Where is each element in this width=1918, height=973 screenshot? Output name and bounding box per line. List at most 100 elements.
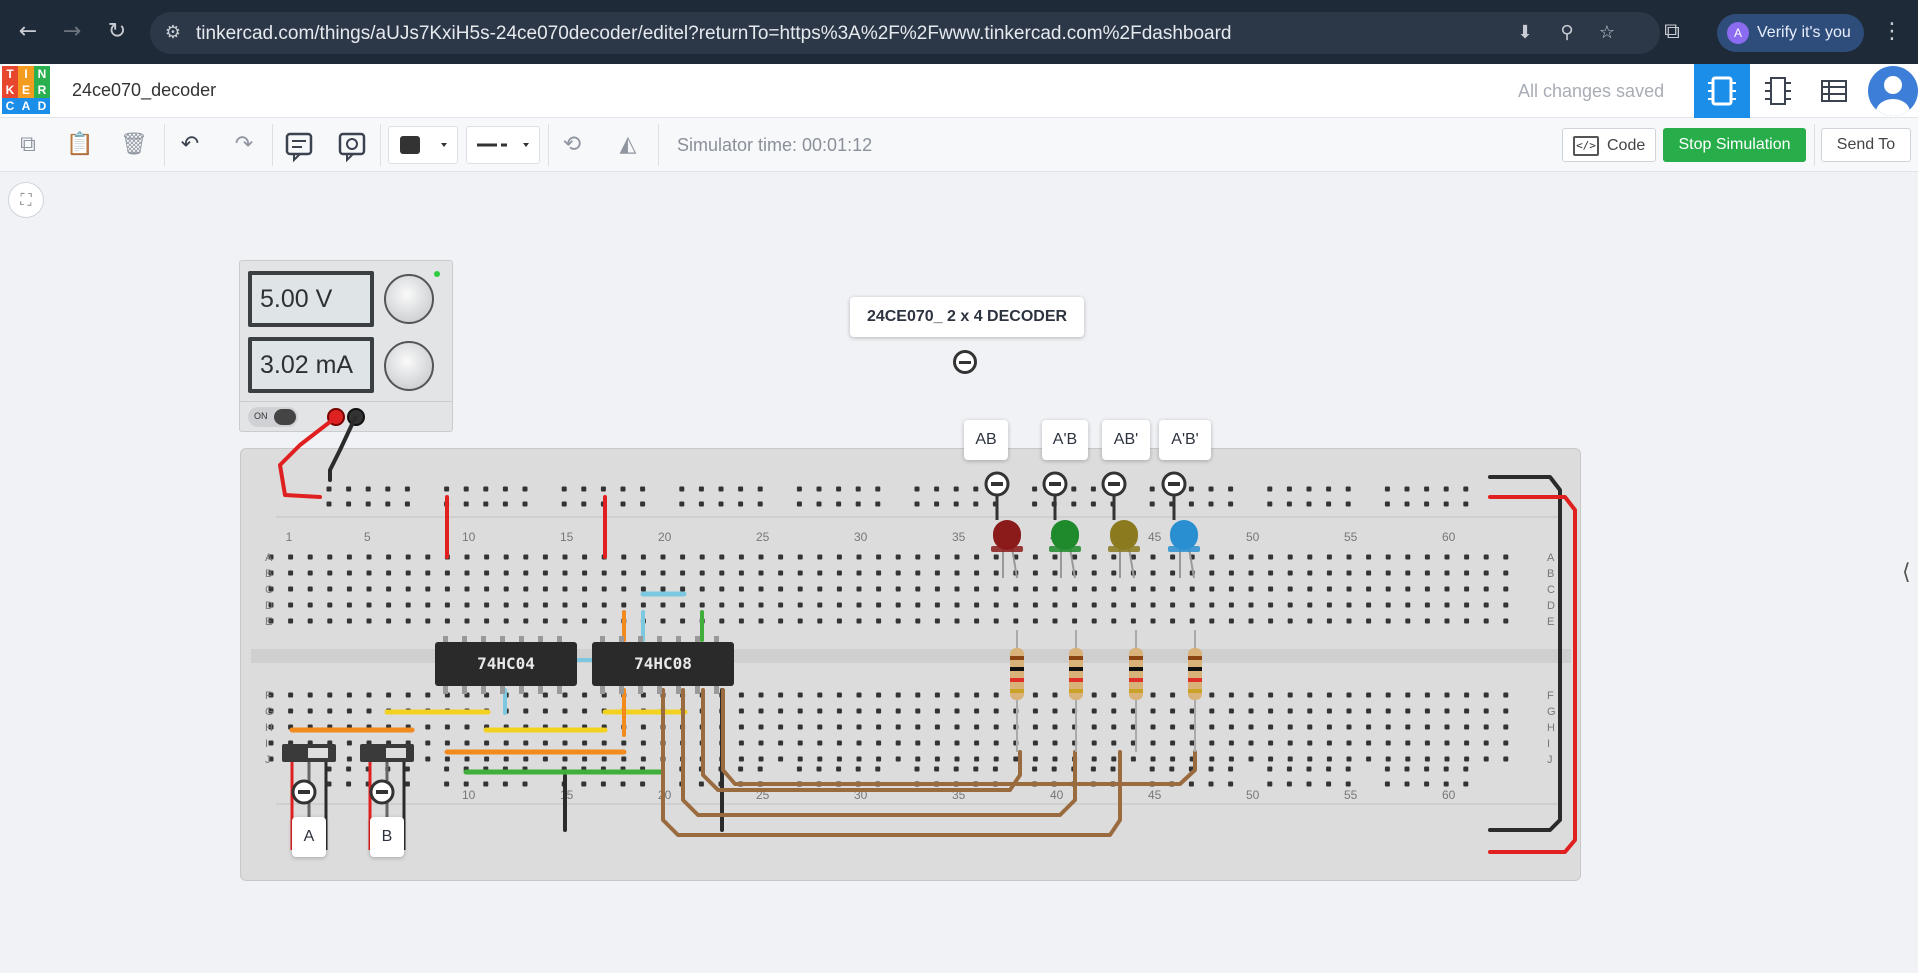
logo-letter: N — [34, 66, 50, 82]
rail-hole — [483, 486, 489, 492]
tie-hole — [1268, 756, 1274, 762]
tinkercad-logo[interactable]: TINKERCAD — [2, 66, 50, 114]
tie-hole — [1444, 756, 1450, 762]
tie-hole — [1052, 570, 1058, 576]
verify-button[interactable]: A Verify it's you — [1717, 14, 1864, 52]
tie-hole — [993, 692, 999, 698]
browser-menu-icon[interactable]: ⋮ — [1878, 18, 1906, 46]
site-info-icon[interactable]: ⚙ — [160, 20, 186, 46]
tie-hole — [1228, 570, 1234, 576]
paste-icon[interactable]: 📋 — [62, 126, 98, 164]
extensions-icon[interactable]: ⧉ — [1658, 18, 1686, 46]
address-bar[interactable]: ⚙ tinkercad.com/things/aUJs7KxiH5s-24ce0… — [150, 12, 1660, 54]
tie-hole — [346, 554, 352, 560]
tie-hole — [974, 740, 980, 746]
bookmark-star-icon[interactable]: ☆ — [1594, 20, 1620, 46]
tie-hole — [1424, 724, 1430, 730]
tie-hole — [1287, 692, 1293, 698]
tie-hole — [974, 570, 980, 576]
chip-74hc04[interactable]: 74HC04 — [435, 642, 577, 686]
tie-hole — [1032, 708, 1038, 714]
negative-terminal[interactable] — [347, 408, 365, 426]
back-icon[interactable]: ← — [14, 18, 42, 46]
tie-hole — [542, 554, 548, 560]
rail-hole — [1110, 781, 1116, 787]
circuit-view-button[interactable] — [1694, 64, 1750, 118]
undo-icon[interactable]: ↶ — [172, 126, 208, 164]
rail-hole — [640, 486, 646, 492]
led-label-a-not-b[interactable]: A'B — [1042, 420, 1088, 460]
tie-hole — [1326, 708, 1332, 714]
tie-hole — [640, 618, 646, 624]
redo-icon[interactable]: ↷ — [226, 126, 262, 164]
annotations-visibility-icon[interactable] — [333, 126, 371, 164]
tie-hole — [464, 740, 470, 746]
tie-hole — [758, 708, 764, 714]
code-button[interactable]: </> Code — [1562, 128, 1656, 162]
tie-hole — [1150, 554, 1156, 560]
power-supply[interactable]: 5.00 V 3.02 mA ON — [239, 260, 453, 432]
tie-hole — [1111, 570, 1117, 576]
tie-hole — [680, 692, 686, 698]
tie-hole — [680, 554, 686, 560]
led-label-ab[interactable]: AB — [964, 420, 1008, 460]
tie-hole — [1130, 618, 1136, 624]
tie-hole — [876, 554, 882, 560]
led-label-a-not-b-not[interactable]: A'B' — [1159, 420, 1211, 460]
forward-icon[interactable]: → — [58, 18, 86, 46]
led-label-ab-not[interactable]: AB' — [1102, 420, 1150, 460]
zoom-icon[interactable]: ⚲ — [1554, 20, 1580, 46]
voltage-knob[interactable] — [384, 274, 434, 324]
color-picker[interactable] — [388, 126, 458, 164]
rail-hole — [1110, 486, 1116, 492]
flip-icon[interactable]: ◭ — [610, 126, 646, 164]
tie-hole — [974, 692, 980, 698]
current-knob[interactable] — [384, 341, 434, 391]
project-title[interactable]: 24ce070_decoder — [72, 80, 216, 101]
tie-hole — [1072, 724, 1078, 730]
collapse-panel-icon[interactable]: ⟨ — [1902, 560, 1911, 585]
tie-hole — [1189, 708, 1195, 714]
send-to-button[interactable]: Send To — [1821, 128, 1911, 162]
switch-label-b[interactable]: B — [370, 817, 404, 857]
stop-simulation-button[interactable]: Stop Simulation — [1663, 128, 1806, 162]
tie-hole — [523, 586, 529, 592]
tie-hole — [444, 570, 450, 576]
notes-icon[interactable] — [280, 126, 318, 164]
tie-hole — [503, 602, 509, 608]
tie-hole — [582, 756, 588, 762]
schematic-view-button[interactable] — [1750, 64, 1806, 118]
positive-terminal[interactable] — [327, 408, 345, 426]
tie-hole — [954, 570, 960, 576]
tie-hole — [562, 554, 568, 560]
note-anchor-icon[interactable] — [953, 350, 977, 374]
tie-hole — [876, 618, 882, 624]
switch-label-a[interactable]: A — [292, 817, 326, 857]
fit-to-view-icon[interactable]: ⛶ — [8, 182, 44, 218]
rail-hole — [796, 501, 802, 507]
delete-icon[interactable]: 🗑 — [116, 126, 152, 164]
tie-hole — [1385, 740, 1391, 746]
tie-hole — [954, 618, 960, 624]
wire-style-picker[interactable] — [466, 126, 540, 164]
tie-hole — [503, 692, 509, 698]
rail-hole — [1404, 501, 1410, 507]
tie-hole — [1287, 740, 1293, 746]
rotate-icon[interactable]: ⟲ — [554, 126, 590, 164]
rail-hole — [1228, 486, 1234, 492]
copy-icon[interactable]: ⧉ — [10, 126, 46, 164]
reload-icon[interactable]: ↻ — [103, 18, 131, 46]
circuit-title-note[interactable]: 24CE070_ 2 x 4 DECODER — [850, 297, 1084, 337]
tie-hole — [1464, 692, 1470, 698]
chip-74hc08[interactable]: 74HC08 — [592, 642, 734, 686]
tie-hole — [954, 740, 960, 746]
tie-hole — [601, 602, 607, 608]
component-list-button[interactable] — [1806, 64, 1862, 118]
install-icon[interactable]: ⬇ — [1512, 20, 1538, 46]
power-toggle[interactable]: ON — [248, 407, 298, 427]
url-text[interactable]: tinkercad.com/things/aUJs7KxiH5s-24ce070… — [196, 23, 1232, 45]
tie-hole — [1111, 740, 1117, 746]
rail-hole — [1306, 766, 1312, 772]
tie-hole — [797, 602, 803, 608]
user-avatar[interactable] — [1868, 66, 1918, 116]
